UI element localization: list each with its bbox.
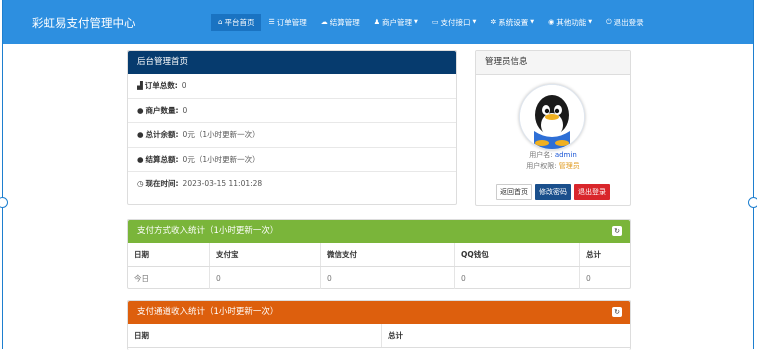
username-value: admin <box>554 151 577 159</box>
column-header: 支付宝 <box>209 243 321 267</box>
resize-handle-right[interactable] <box>748 197 757 208</box>
table-cell: 0 <box>586 273 591 283</box>
admin-info-title: 管理员信息 <box>476 51 630 75</box>
admin-username-line: 用户名: admin <box>476 150 630 160</box>
overview-row: ● 结算总额: 0元（1小时更新一次） <box>128 148 456 172</box>
overview-row-value: 0 <box>182 105 188 115</box>
nav-item-3[interactable]: ♟ 商户管理 ▼ <box>367 14 425 31</box>
role-label: 用户权限: <box>526 162 557 170</box>
channel-stats-panel: 支付通道收入统计（1小时更新一次） ↻ 日期 总计 <box>127 300 631 350</box>
nav-item-7[interactable]: ⏻ 退出登录 <box>599 14 651 31</box>
overview-row-value: 2023-03-15 11:01:28 <box>182 179 263 188</box>
nav-item-4[interactable]: ▭ 支付接口 ▼ <box>425 14 483 31</box>
column-header: QQ钱包 <box>454 243 580 267</box>
nav-item-label: 支付接口 <box>440 18 471 27</box>
column-header: 总计 <box>579 243 630 267</box>
overview-row: ▟ 订单总数: 0 <box>128 74 456 99</box>
refresh-icon[interactable]: ↻ <box>612 226 622 236</box>
table-header-row: 日期 支付宝 微信支付 QQ钱包 总计 <box>128 243 630 267</box>
refresh-icon[interactable]: ↻ <box>612 307 622 317</box>
top-navbar: 彩虹易支付管理中心 ⌂ 平台首页 ☰ 订单管理 ☁ 结算管理 ♟ 商户管理 ▼ ▭ 支付接口 ▼ ✲ 系统… <box>3 0 753 44</box>
table-cell: 0 <box>209 266 321 289</box>
overview-row-label: 总计余额: <box>145 130 179 139</box>
logout-button[interactable]: 退出登录 <box>574 184 610 200</box>
caret-down-icon: ▼ <box>588 19 593 25</box>
overview-row-value: 0元（1小时更新一次） <box>182 130 260 139</box>
channel-stats-title-text: 支付通道收入统计（1小时更新一次） <box>137 307 279 317</box>
overview-title: 后台管理首页 <box>128 51 456 74</box>
change-password-button[interactable]: 修改密码 <box>535 184 571 200</box>
admin-info-panel: 管理员信息 用户名: admin 用户权限: 管理员 返回首页 修改密码 退出登… <box>475 50 631 206</box>
clock-icon: ◷ <box>137 179 144 188</box>
drop-icon: ● <box>137 105 144 115</box>
column-header: 日期 <box>128 243 210 267</box>
brand-title[interactable]: 彩虹易支付管理中心 <box>32 15 136 31</box>
pay-type-stats-table: 日期 支付宝 微信支付 QQ钱包 总计 今日 0 0 0 0 <box>128 243 630 289</box>
nav-item-label: 商户管理 <box>382 18 413 27</box>
user-icon: ♟ <box>373 18 381 26</box>
admin-actions: 返回首页 修改密码 退出登录 <box>496 184 610 200</box>
table-body: 今日 0 0 0 0 <box>128 266 630 289</box>
channel-stats-table: 日期 总计 <box>128 324 630 348</box>
caret-down-icon: ▼ <box>414 19 418 25</box>
overview-row-label: 结算总额: <box>145 154 179 164</box>
drop-icon: ● <box>137 130 144 139</box>
caret-down-icon: ▼ <box>472 19 477 25</box>
table-cell: 今日 <box>128 266 210 289</box>
main-nav: ⌂ 平台首页 ☰ 订单管理 ☁ 结算管理 ♟ 商户管理 ▼ ▭ 支付接口 ▼ ✲ 系统设置 ▼ ◉ 其他功能 ▼ ⏻… <box>211 14 651 31</box>
window-right-edge <box>753 0 754 349</box>
globe-icon: ◉ <box>548 18 555 26</box>
nav-item-5[interactable]: ✲ 系统设置 ▼ <box>483 14 541 31</box>
card-icon: ▭ <box>431 18 439 26</box>
overview-row-label: 现在时间: <box>145 179 179 188</box>
table-header-row: 日期 总计 <box>128 324 630 348</box>
nav-item-label: 平台首页 <box>224 18 255 27</box>
nav-item-label: 其他功能 <box>556 18 587 27</box>
list-icon: ☰ <box>268 18 275 26</box>
penguin-avatar-icon <box>520 85 584 149</box>
overview-row-label: 订单总数: <box>144 81 178 90</box>
nav-item-label: 系统设置 <box>498 18 529 27</box>
nav-item-label: 退出登录 <box>613 18 644 27</box>
username-label: 用户名: <box>529 151 553 159</box>
overview-row: ● 总计余额: 0元（1小时更新一次） <box>128 123 456 148</box>
column-header: 日期 <box>128 324 382 348</box>
pay-type-stats-title: 支付方式收入统计（1小时更新一次） ↻ <box>128 220 630 243</box>
overview-panel: 后台管理首页 ▟ 订单总数: 0 ● 商户数量: 0 ● 总计余额: 0元（1小时更新一次） ● 结… <box>127 50 457 205</box>
column-header: 总计 <box>381 324 630 348</box>
table-row: 今日 0 0 0 0 <box>128 266 630 289</box>
table-cell: 0 <box>320 266 455 289</box>
back-home-button[interactable]: 返回首页 <box>496 184 532 200</box>
column-header: 微信支付 <box>320 243 455 267</box>
power-icon: ⏻ <box>606 18 612 26</box>
avatar <box>519 84 585 150</box>
caret-down-icon: ▼ <box>530 19 535 25</box>
gear-icon: ✲ <box>490 18 497 26</box>
nav-item-label: 结算管理 <box>329 18 360 27</box>
window-left-edge <box>2 0 3 349</box>
table-cell: 0 <box>454 266 580 289</box>
role-value: 管理员 <box>558 162 580 170</box>
nav-item-0[interactable]: ⌂ 平台首页 <box>211 14 262 31</box>
nav-item-6[interactable]: ◉ 其他功能 ▼ <box>541 14 599 31</box>
overview-row-value: 0 <box>181 81 187 90</box>
pay-type-stats-panel: 支付方式收入统计（1小时更新一次） ↻ 日期 支付宝 微信支付 QQ钱包 总计 今日 0 0… <box>127 219 631 289</box>
overview-row: ◷ 现在时间: 2023-03-15 11:01:28 <box>128 172 456 196</box>
home-icon: ⌂ <box>218 18 223 26</box>
overview-row-label: 商户数量: <box>145 105 179 115</box>
nav-item-1[interactable]: ☰ 订单管理 <box>261 14 313 31</box>
overview-row-value: 0元（1小时更新一次） <box>182 154 260 164</box>
channel-stats-title: 支付通道收入统计（1小时更新一次） ↻ <box>128 301 630 324</box>
overview-list: ▟ 订单总数: 0 ● 商户数量: 0 ● 总计余额: 0元（1小时更新一次） ● 结算总额: 0元（… <box>128 74 456 196</box>
resize-handle-left[interactable] <box>0 197 8 208</box>
cloud-icon: ☁ <box>320 18 328 26</box>
pay-type-stats-title-text: 支付方式收入统计（1小时更新一次） <box>137 226 279 236</box>
nav-item-label: 订单管理 <box>276 18 307 27</box>
drop-icon: ● <box>137 154 144 164</box>
bar-chart-icon: ▟ <box>137 81 143 90</box>
admin-role-line: 用户权限: 管理员 <box>476 161 630 171</box>
nav-item-2[interactable]: ☁ 结算管理 <box>314 14 367 31</box>
overview-row: ● 商户数量: 0 <box>128 99 456 123</box>
